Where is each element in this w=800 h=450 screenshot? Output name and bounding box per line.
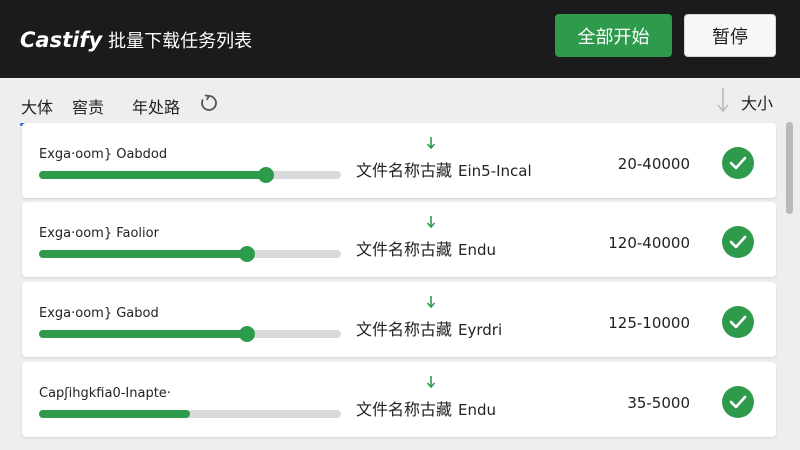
progress-handle[interactable]	[239, 326, 256, 342]
progress-handle[interactable]	[239, 246, 256, 262]
task-size: 20-40000	[617, 155, 690, 173]
refresh-icon[interactable]	[199, 93, 219, 113]
task-label-cn: 文件名称古藏	[356, 400, 453, 419]
progress-fill	[39, 410, 190, 418]
tab-item-1[interactable]: 大体	[21, 94, 53, 118]
scrollbar[interactable]	[784, 120, 794, 450]
task-label: 文件名称古藏 Eyrdri	[356, 316, 502, 340]
task-label-suffix: Eyrdri	[458, 321, 503, 339]
tab-bar: 大体 窖责 年处路 大小	[0, 78, 800, 126]
page-subtitle: 批量下载任务列表	[108, 31, 253, 52]
check-icon	[722, 306, 754, 338]
check-icon	[722, 147, 754, 179]
task-file-name: Capʃihgkfia0-Inapte·	[39, 386, 171, 401]
scrollbar-thumb[interactable]	[786, 122, 793, 214]
task-file-name: Exga·oom} Gabod	[39, 306, 159, 321]
brand-name: Castify	[20, 28, 103, 52]
progress-track	[39, 326, 341, 342]
task-row[interactable]: Capʃihgkfia0-Inapte· 文件名称古藏 Endu 35-5000	[22, 362, 776, 437]
task-label-cn: 文件名称古藏	[356, 320, 453, 339]
task-label: 文件名称古藏 Ein5-Incal	[356, 157, 532, 181]
tab-item-3[interactable]: 年处路	[132, 94, 180, 118]
download-arrow-icon	[426, 137, 436, 150]
download-arrow-icon	[426, 376, 436, 389]
task-size: 125-10000	[608, 314, 690, 332]
header-bar: Castify 批量下载任务列表 全部开始 暂停	[0, 0, 800, 78]
progress-fill	[39, 330, 248, 338]
task-label-suffix: Endu	[458, 401, 497, 419]
task-label-suffix: Ein5-Incal	[458, 162, 532, 180]
progress-fill	[39, 171, 266, 179]
task-label-suffix: Endu	[458, 241, 497, 259]
download-arrow-icon	[426, 216, 436, 229]
check-icon	[722, 226, 754, 258]
progress-handle[interactable]	[257, 167, 274, 183]
progress-fill	[39, 250, 248, 258]
task-row[interactable]: Exga·oom} Faolior 文件名称古藏 Endu 120-40000	[22, 202, 776, 277]
task-row[interactable]: Exga·oom} Gabod 文件名称古藏 Eyrdri 125-10000	[22, 282, 776, 357]
task-size: 35-5000	[627, 394, 690, 412]
task-row[interactable]: Exga·oom} Oabdod 文件名称古藏 Ein5-Incal 20-400…	[22, 123, 776, 198]
start-all-button[interactable]: 全部开始	[555, 14, 672, 57]
task-file-name: Exga·oom} Faolior	[39, 226, 159, 241]
task-label: 文件名称古藏 Endu	[356, 396, 496, 420]
pause-button[interactable]: 暂停	[684, 14, 776, 57]
app-title: Castify 批量下载任务列表	[20, 27, 252, 57]
task-file-name: Exga·oom} Oabdod	[39, 147, 168, 162]
progress-track	[39, 167, 341, 183]
task-label: 文件名称古藏 Endu	[356, 236, 496, 260]
check-icon	[722, 386, 754, 418]
task-size: 120-40000	[608, 234, 690, 252]
task-label-cn: 文件名称古藏	[356, 161, 453, 180]
sort-down-icon[interactable]	[714, 86, 732, 114]
size-column-label[interactable]: 大小	[741, 90, 773, 114]
tab-item-2[interactable]: 窖责	[72, 94, 104, 118]
download-arrow-icon	[426, 296, 436, 309]
progress-track	[39, 246, 341, 262]
progress-track	[39, 410, 341, 418]
task-label-cn: 文件名称古藏	[356, 240, 453, 259]
